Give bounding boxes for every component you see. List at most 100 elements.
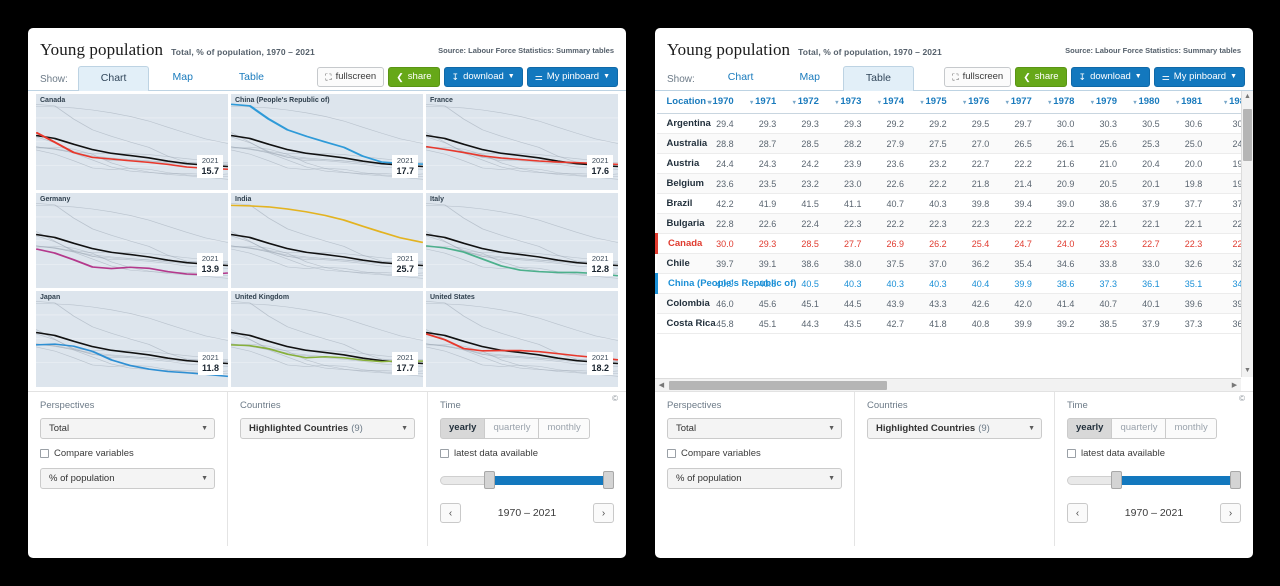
- countries-column: Countries Highlighted Countries (9) ▼: [855, 392, 1055, 546]
- perspective-select[interactable]: Total ▼: [40, 418, 215, 439]
- table-row[interactable]: Australia 28.8 28.7 28.5 28.2 27.9 27.5 27.0 26.…: [656, 133, 1253, 154]
- time-range-slider[interactable]: [440, 471, 614, 489]
- freq-monthly[interactable]: monthly: [1165, 418, 1217, 439]
- slider-handle-start[interactable]: [483, 471, 495, 489]
- vertical-scroll-thumb[interactable]: [1243, 109, 1252, 161]
- range-prev-button[interactable]: ‹: [1067, 503, 1088, 523]
- vertical-scrollbar[interactable]: ▲ ▼: [1241, 91, 1253, 377]
- column-header-year[interactable]: ▾ 1977: [997, 91, 1040, 114]
- spark-panel[interactable]: Germany 2021 13.9: [36, 192, 228, 289]
- cell-location: Austria: [656, 153, 699, 174]
- cell-value: 28.5: [784, 133, 827, 154]
- unit-select[interactable]: % of population ▼: [667, 468, 842, 489]
- tab-map[interactable]: Map: [776, 65, 842, 90]
- spark-panel[interactable]: United Kingdom 2021 17.7: [231, 291, 423, 387]
- column-header-year[interactable]: ▾ 1979: [1082, 91, 1126, 114]
- perspective-value: Total: [49, 423, 70, 434]
- cell-value: 28.7: [741, 133, 785, 154]
- spark-panel[interactable]: Canada 2021 15.7: [36, 94, 228, 190]
- column-header-year[interactable]: ▾ 1971: [741, 91, 785, 114]
- perspective-select[interactable]: Total ▼: [667, 418, 842, 439]
- spark-panel[interactable]: Italy 2021 12.8: [426, 192, 618, 289]
- range-next-button[interactable]: ›: [1220, 503, 1241, 523]
- share-button[interactable]: ❮ share: [388, 67, 440, 87]
- horizontal-scrollbar[interactable]: ◀ ▶: [655, 378, 1241, 391]
- spark-label-year: 2021: [396, 352, 414, 362]
- table-row[interactable]: China (People's Republic of) 40.9 40.8 40.5…: [655, 273, 1253, 294]
- slider-handle-end[interactable]: [603, 471, 614, 489]
- cell-value: 23.9: [826, 153, 870, 174]
- freq-monthly[interactable]: monthly: [538, 418, 590, 439]
- compare-variables-checkbox[interactable]: Compare variables: [667, 448, 842, 459]
- fullscreen-label: fullscreen: [962, 71, 1004, 82]
- pinboard-button[interactable]: ⚌ My pinboard ▼: [1153, 67, 1245, 87]
- column-header-year[interactable]: ▾ 1976: [954, 91, 998, 114]
- data-table-container: Location ▾ ▾ 1970 ▾ 1971 ▾ 1972 ▾ 1973 ▾ 1974 ▾ 1975…: [655, 91, 1253, 391]
- scroll-up-icon[interactable]: ▲: [1242, 91, 1253, 103]
- table-row[interactable]: Canada 30.0 29.3 28.5 27.7 26.9 26.2 25.4 24.7 24…: [655, 233, 1253, 254]
- fullscreen-button[interactable]: ⛶ fullscreen: [944, 67, 1012, 87]
- tab-table[interactable]: Table: [216, 65, 287, 90]
- spark-panel[interactable]: China (People's Republic of) 2021 17.7: [231, 94, 423, 190]
- table-row[interactable]: Bulgaria 22.8 22.6 22.4 22.3 22.2 22.3 22.3 22.2…: [656, 213, 1253, 234]
- latest-data-checkbox[interactable]: latest data available: [1067, 448, 1241, 459]
- download-button[interactable]: ↧ download ▼: [1070, 67, 1150, 87]
- cell-value: 30.6: [1167, 113, 1211, 134]
- freq-quarterly[interactable]: quarterly: [484, 418, 540, 439]
- range-next-button[interactable]: ›: [593, 503, 614, 523]
- column-header-year[interactable]: ▾ 1972: [784, 91, 827, 114]
- spark-label-value: 17.7: [396, 165, 414, 176]
- share-button[interactable]: ❮ share: [1015, 67, 1067, 87]
- range-prev-button[interactable]: ‹: [440, 503, 461, 523]
- freq-yearly[interactable]: yearly: [440, 418, 486, 439]
- cell-value: 22.7: [954, 153, 998, 174]
- column-header-year[interactable]: ▾ 1980: [1125, 91, 1168, 114]
- time-range-slider[interactable]: [1067, 471, 1241, 489]
- column-header-year[interactable]: ▾ 1981: [1167, 91, 1211, 114]
- freq-quarterly[interactable]: quarterly: [1111, 418, 1167, 439]
- source-note: Source: Labour Force Statistics: Summary…: [1065, 46, 1241, 55]
- pinboard-button[interactable]: ⚌ My pinboard ▼: [526, 67, 618, 87]
- cell-value: 43.3: [912, 293, 955, 314]
- scroll-right-icon[interactable]: ▶: [1228, 379, 1241, 391]
- spark-panel[interactable]: France 2021 17.6: [426, 94, 618, 190]
- tab-chart[interactable]: Chart: [77, 66, 150, 91]
- scroll-down-icon[interactable]: ▼: [1242, 365, 1253, 377]
- fullscreen-button[interactable]: ⛶ fullscreen: [317, 67, 385, 87]
- scroll-left-icon[interactable]: ◀: [655, 379, 668, 391]
- tab-table[interactable]: Table: [842, 66, 915, 91]
- cell-value: 22.2: [997, 153, 1040, 174]
- cell-value: 22.7: [1125, 233, 1168, 254]
- countries-select[interactable]: Highlighted Countries (9) ▼: [867, 418, 1042, 439]
- cell-value: 42.7: [869, 313, 913, 334]
- column-header-year[interactable]: ▾ 1975: [912, 91, 955, 114]
- download-button[interactable]: ↧ download ▼: [443, 67, 523, 87]
- unit-select[interactable]: % of population ▼: [40, 468, 215, 489]
- source-note: Source: Labour Force Statistics: Summary…: [438, 46, 614, 55]
- freq-yearly[interactable]: yearly: [1067, 418, 1113, 439]
- column-header-location[interactable]: Location ▾: [656, 91, 712, 114]
- table-row[interactable]: Belgium 23.6 23.5 23.2 23.0 22.6 22.2 21.8 21.4 2…: [656, 173, 1253, 194]
- tab-chart[interactable]: Chart: [705, 65, 777, 90]
- column-header-year[interactable]: ▾ 1974: [869, 91, 913, 114]
- column-header-year[interactable]: ▾ 1973: [826, 91, 870, 114]
- table-row[interactable]: Costa Rica 45.8 45.1 44.3 43.5 42.7 41.8 40.8 39…: [656, 313, 1253, 334]
- horizontal-scroll-thumb[interactable]: [669, 381, 887, 390]
- spark-panel[interactable]: India 2021 25.7: [231, 192, 423, 289]
- table-row[interactable]: Austria 24.4 24.3 24.2 23.9 23.6 23.2 22.7 22.2 2…: [656, 153, 1253, 174]
- slider-handle-start[interactable]: [1110, 471, 1122, 489]
- latest-data-checkbox[interactable]: latest data available: [440, 448, 614, 459]
- spark-panel[interactable]: Japan 2021 11.8: [36, 291, 228, 387]
- table-row[interactable]: Colombia 46.0 45.6 45.1 44.5 43.9 43.3 42.6 42.0…: [656, 293, 1253, 314]
- cell-value: 27.5: [912, 133, 955, 154]
- slider-handle-end[interactable]: [1230, 471, 1241, 489]
- countries-select[interactable]: Highlighted Countries (9) ▼: [240, 418, 415, 439]
- compare-variables-checkbox[interactable]: Compare variables: [40, 448, 215, 459]
- pin-icon: ⚌: [534, 71, 543, 82]
- table-row[interactable]: Chile 39.7 39.1 38.6 38.0 37.5 37.0 36.2 35.4 34.…: [656, 253, 1253, 274]
- table-row[interactable]: Brazil 42.2 41.9 41.5 41.1 40.7 40.3 39.8 39.4 39…: [656, 193, 1253, 214]
- spark-panel[interactable]: United States 2021 18.2: [426, 291, 618, 387]
- column-header-year[interactable]: ▾ 1978: [1039, 91, 1083, 114]
- tab-map[interactable]: Map: [149, 65, 215, 90]
- table-row[interactable]: Argentina 29.4 29.3 29.3 29.3 29.2 29.2 29.5 29.…: [656, 113, 1253, 134]
